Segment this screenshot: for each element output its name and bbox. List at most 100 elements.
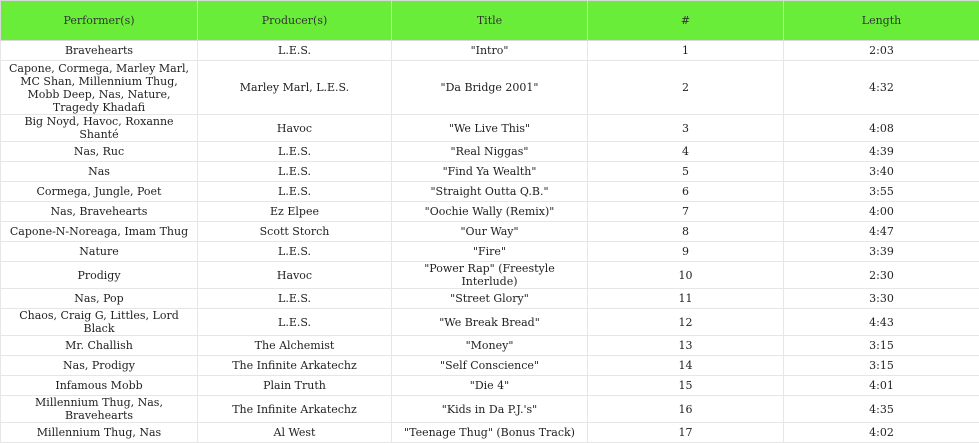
producers-cell: Ez Elpee (198, 202, 392, 222)
title-cell: "Street Glory" (392, 289, 588, 309)
title-cell: "Our Way" (392, 222, 588, 242)
performers-cell: Capone, Cormega, Marley Marl, MC Shan, M… (1, 61, 198, 115)
number-cell: 13 (588, 336, 784, 356)
table-row: Millennium Thug, NasAl West"Teenage Thug… (1, 423, 979, 443)
table-row: Big Noyd, Havoc, Roxanne ShantéHavoc"We … (1, 115, 979, 142)
number-cell: 1 (588, 41, 784, 61)
performers-cell: Cormega, Jungle, Poet (1, 182, 198, 202)
performers-cell: Nature (1, 242, 198, 262)
length-cell: 3:15 (784, 356, 979, 376)
producers-cell: Plain Truth (198, 376, 392, 396)
length-cell: 4:47 (784, 222, 979, 242)
tracklist-table: Performer(s) Producer(s) Title # Length … (0, 0, 979, 443)
number-cell: 5 (588, 162, 784, 182)
header-producers: Producer(s) (198, 1, 392, 41)
performers-cell: Millennium Thug, Nas, Bravehearts (1, 396, 198, 423)
title-cell: "Oochie Wally (Remix)" (392, 202, 588, 222)
length-cell: 3:15 (784, 336, 979, 356)
title-cell: "We Break Bread" (392, 309, 588, 336)
producers-cell: L.E.S. (198, 41, 392, 61)
performers-cell: Capone-N-Noreaga, Imam Thug (1, 222, 198, 242)
title-cell: "Fire" (392, 242, 588, 262)
performers-cell: Mr. Challish (1, 336, 198, 356)
title-cell: "Straight Outta Q.B." (392, 182, 588, 202)
number-cell: 10 (588, 262, 784, 289)
number-cell: 14 (588, 356, 784, 376)
header-performers: Performer(s) (1, 1, 198, 41)
length-cell: 4:43 (784, 309, 979, 336)
table-row: NatureL.E.S."Fire"93:39 (1, 242, 979, 262)
number-cell: 3 (588, 115, 784, 142)
producers-cell: Al West (198, 423, 392, 443)
table-row: Nas, ProdigyThe Infinite Arkatechz"Self … (1, 356, 979, 376)
table-row: Capone, Cormega, Marley Marl, MC Shan, M… (1, 61, 979, 115)
number-cell: 2 (588, 61, 784, 115)
title-cell: "Money" (392, 336, 588, 356)
performers-cell: Nas (1, 162, 198, 182)
table-row: Cormega, Jungle, PoetL.E.S."Straight Out… (1, 182, 979, 202)
producers-cell: L.E.S. (198, 309, 392, 336)
title-cell: "Die 4" (392, 376, 588, 396)
title-cell: "Find Ya Wealth" (392, 162, 588, 182)
length-cell: 3:55 (784, 182, 979, 202)
producers-cell: Havoc (198, 262, 392, 289)
number-cell: 17 (588, 423, 784, 443)
table-row: ProdigyHavoc"Power Rap" (Freestyle Inter… (1, 262, 979, 289)
performers-cell: Infamous Mobb (1, 376, 198, 396)
performers-cell: Prodigy (1, 262, 198, 289)
length-cell: 2:30 (784, 262, 979, 289)
header-row: Performer(s) Producer(s) Title # Length (1, 1, 979, 41)
header-length: Length (784, 1, 979, 41)
table-row: Mr. ChallishThe Alchemist"Money"133:15 (1, 336, 979, 356)
table-row: Chaos, Craig G, Littles, Lord BlackL.E.S… (1, 309, 979, 336)
length-cell: 4:39 (784, 142, 979, 162)
performers-cell: Nas, Bravehearts (1, 202, 198, 222)
number-cell: 9 (588, 242, 784, 262)
length-cell: 4:35 (784, 396, 979, 423)
title-cell: "We Live This" (392, 115, 588, 142)
title-cell: "Self Conscience" (392, 356, 588, 376)
number-cell: 4 (588, 142, 784, 162)
number-cell: 16 (588, 396, 784, 423)
performers-cell: Nas, Prodigy (1, 356, 198, 376)
performers-cell: Nas, Ruc (1, 142, 198, 162)
header-title: Title (392, 1, 588, 41)
title-cell: "Teenage Thug" (Bonus Track) (392, 423, 588, 443)
title-cell: "Kids in Da P.J.'s" (392, 396, 588, 423)
producers-cell: L.E.S. (198, 142, 392, 162)
table-row: Nas, PopL.E.S."Street Glory"113:30 (1, 289, 979, 309)
producers-cell: Scott Storch (198, 222, 392, 242)
table-row: Nas, RucL.E.S."Real Niggas"44:39 (1, 142, 979, 162)
producers-cell: L.E.S. (198, 162, 392, 182)
number-cell: 8 (588, 222, 784, 242)
length-cell: 2:03 (784, 41, 979, 61)
table-row: Infamous MobbPlain Truth"Die 4"154:01 (1, 376, 979, 396)
length-cell: 3:40 (784, 162, 979, 182)
title-cell: "Da Bridge 2001" (392, 61, 588, 115)
title-cell: "Power Rap" (Freestyle Interlude) (392, 262, 588, 289)
producers-cell: The Infinite Arkatechz (198, 356, 392, 376)
table-row: Capone-N-Noreaga, Imam ThugScott Storch"… (1, 222, 979, 242)
number-cell: 7 (588, 202, 784, 222)
number-cell: 6 (588, 182, 784, 202)
performers-cell: Nas, Pop (1, 289, 198, 309)
length-cell: 3:30 (784, 289, 979, 309)
length-cell: 4:32 (784, 61, 979, 115)
producers-cell: The Infinite Arkatechz (198, 396, 392, 423)
title-cell: "Real Niggas" (392, 142, 588, 162)
producers-cell: Marley Marl, L.E.S. (198, 61, 392, 115)
performers-cell: Millennium Thug, Nas (1, 423, 198, 443)
table-row: Nas, BraveheartsEz Elpee"Oochie Wally (R… (1, 202, 979, 222)
table-row: Millennium Thug, Nas, BraveheartsThe Inf… (1, 396, 979, 423)
length-cell: 4:01 (784, 376, 979, 396)
length-cell: 4:08 (784, 115, 979, 142)
table-row: NasL.E.S."Find Ya Wealth"53:40 (1, 162, 979, 182)
table-row: BraveheartsL.E.S."Intro"12:03 (1, 41, 979, 61)
producers-cell: L.E.S. (198, 182, 392, 202)
length-cell: 3:39 (784, 242, 979, 262)
performers-cell: Big Noyd, Havoc, Roxanne Shanté (1, 115, 198, 142)
producers-cell: Havoc (198, 115, 392, 142)
length-cell: 4:02 (784, 423, 979, 443)
producers-cell: L.E.S. (198, 289, 392, 309)
number-cell: 15 (588, 376, 784, 396)
